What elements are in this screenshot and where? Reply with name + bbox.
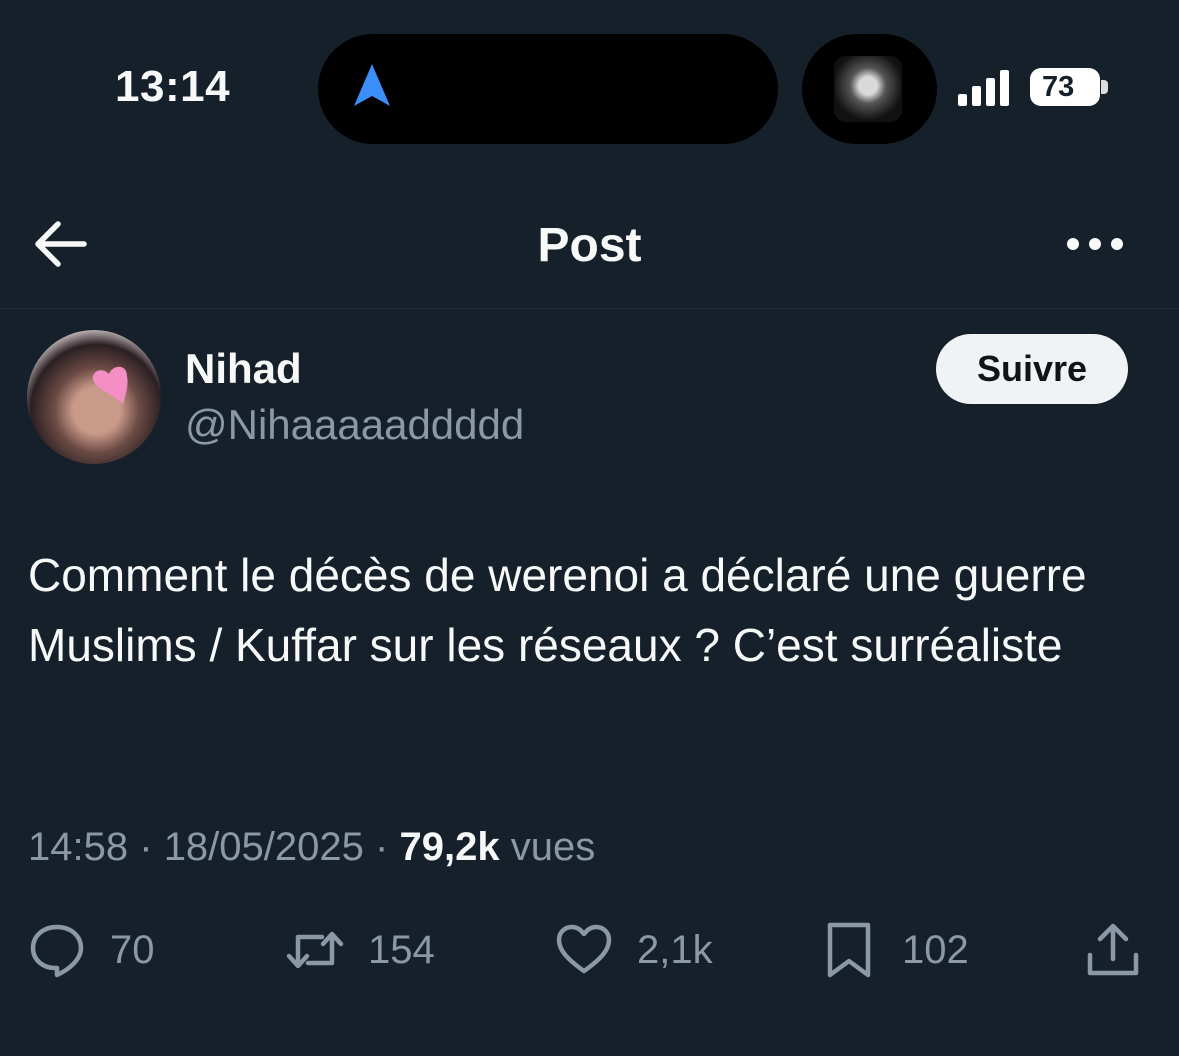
heart-sticker-icon: [92, 366, 128, 404]
repost-count: 154: [368, 927, 435, 972]
post-text: Comment le décès de werenoi a déclaré un…: [28, 549, 1087, 671]
share-button[interactable]: [1084, 920, 1142, 980]
post-meta: 14:58 · 18/05/2025 · 79,2k vues: [28, 825, 595, 870]
post-date: 18/05/2025: [163, 825, 364, 869]
more-icon[interactable]: [1064, 230, 1126, 258]
view-count: 79,2k: [399, 825, 500, 869]
like-count: 2,1k: [637, 927, 713, 972]
avatar[interactable]: [27, 330, 161, 464]
like-button[interactable]: 2,1k: [555, 920, 713, 980]
meta-separator: ·: [375, 825, 389, 869]
status-time: 13:14: [115, 62, 231, 111]
bookmark-count: 102: [902, 927, 969, 972]
battery-cap: [1101, 80, 1108, 94]
repost-icon: [286, 931, 344, 969]
follow-button[interactable]: Suivre: [936, 334, 1128, 404]
like-icon: [556, 924, 612, 974]
bookmark-button[interactable]: 102: [820, 920, 969, 980]
meta-separator: ·: [139, 825, 153, 869]
views-label: vues: [510, 825, 596, 869]
header-divider: [0, 308, 1179, 309]
battery-level: 73: [1042, 71, 1075, 103]
author-handle[interactable]: @Nihaaaaaddddd: [185, 401, 524, 449]
author-name[interactable]: Nihad: [185, 345, 302, 393]
live-activity-avatar: [834, 56, 902, 122]
repost-button[interactable]: 154: [286, 920, 435, 980]
back-arrow-icon[interactable]: [32, 218, 90, 270]
post-time: 14:58: [28, 825, 129, 869]
reply-icon: [30, 924, 84, 978]
share-icon: [1087, 923, 1139, 976]
navigation-arrow-icon: [354, 64, 390, 106]
bookmark-icon: [827, 922, 871, 978]
signal-icon: [958, 70, 1009, 106]
page-title: Post: [537, 219, 642, 272]
reply-count: 70: [110, 927, 155, 972]
reply-button[interactable]: 70: [28, 920, 155, 980]
battery-icon: 73: [1030, 68, 1100, 106]
